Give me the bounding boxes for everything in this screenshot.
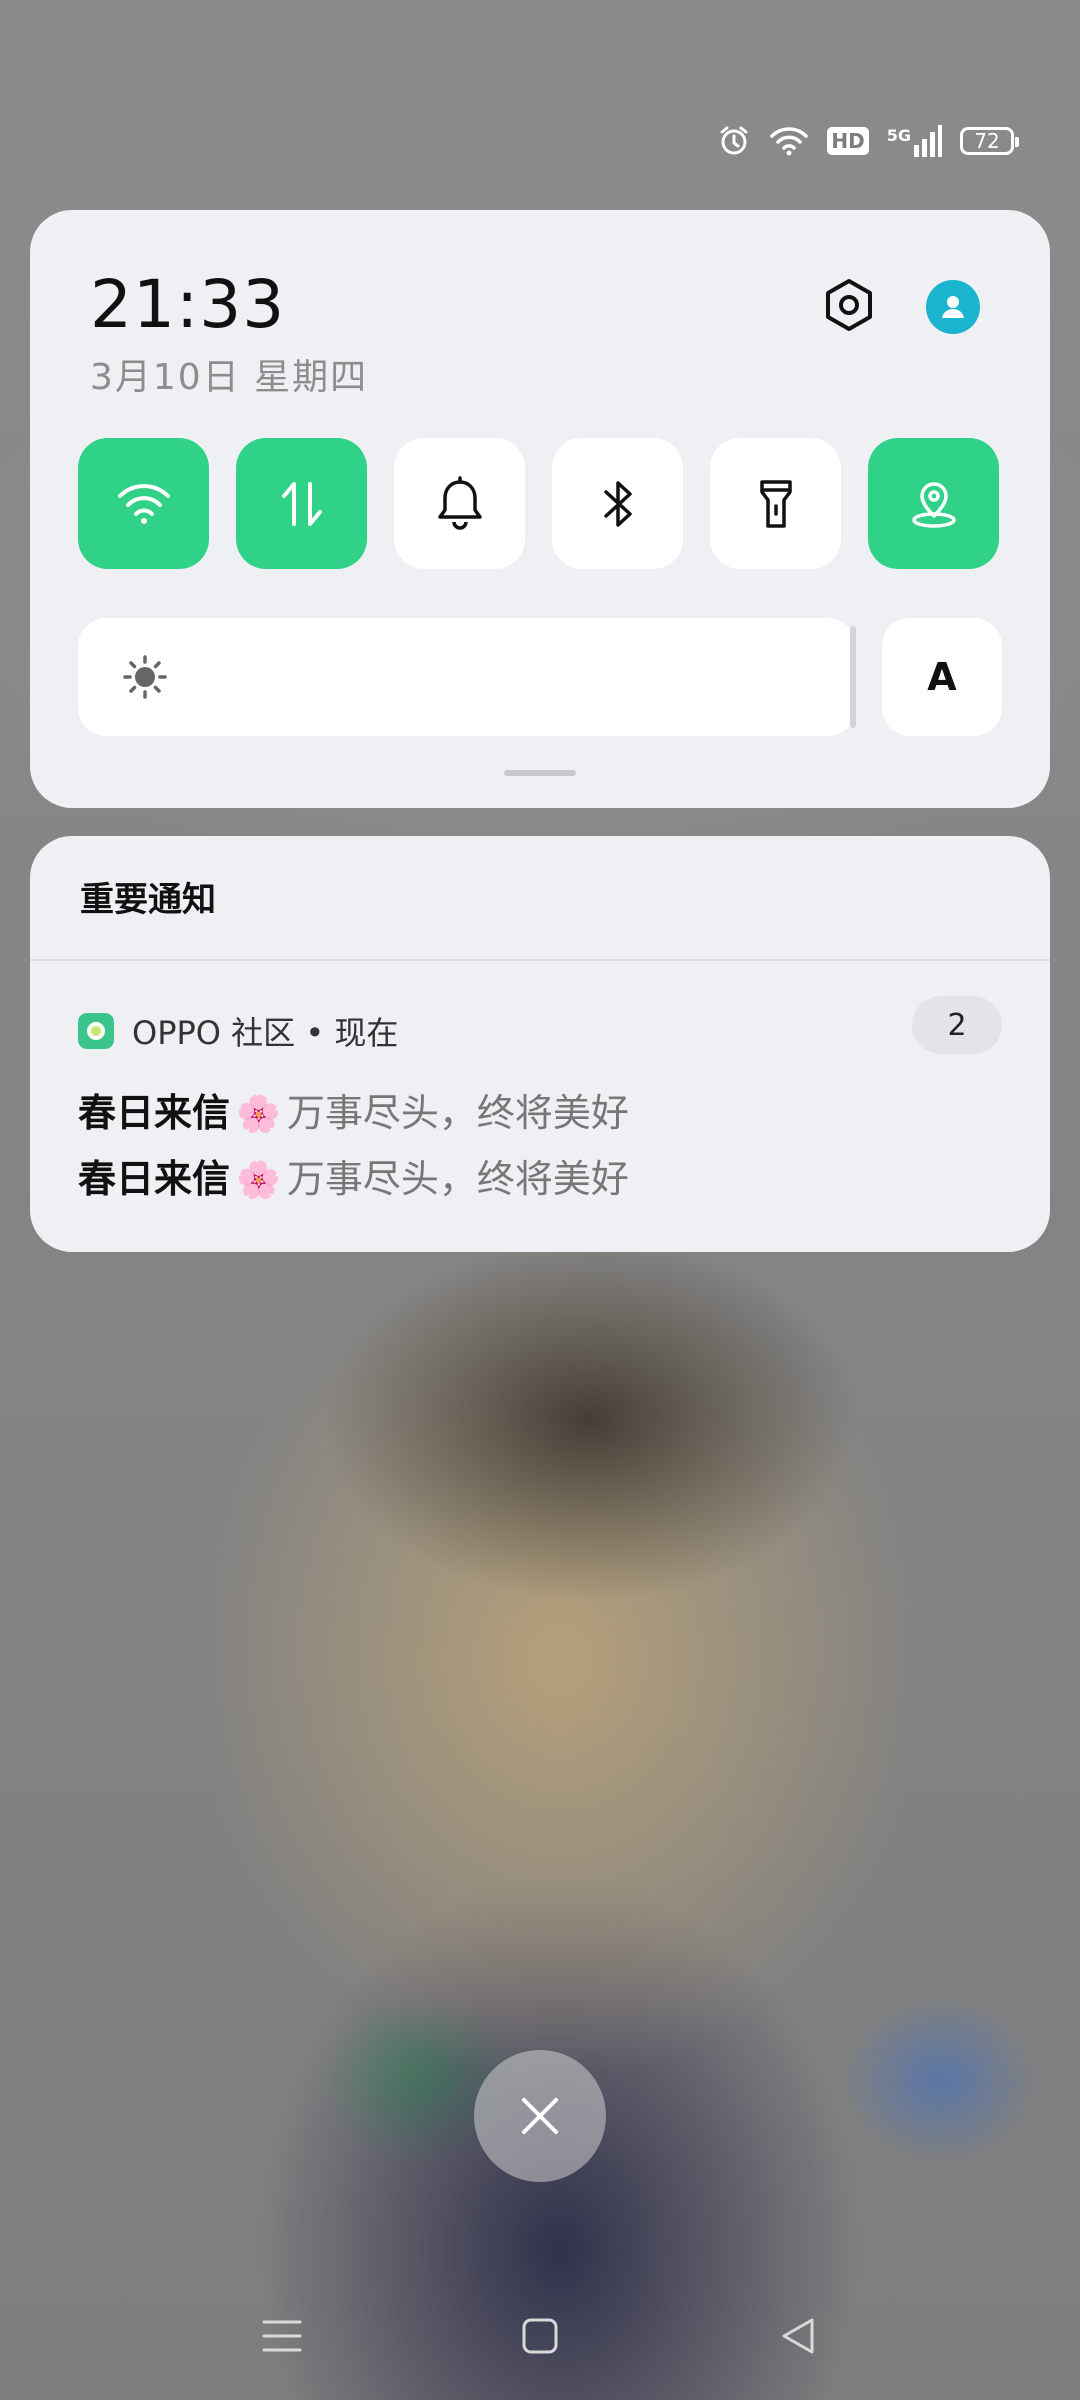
user-icon[interactable] xyxy=(926,280,980,334)
home-icon xyxy=(522,2318,558,2354)
home-button[interactable] xyxy=(500,2296,580,2376)
menu-icon xyxy=(262,2320,302,2352)
location-icon xyxy=(911,481,956,528)
bell-icon xyxy=(437,475,482,530)
notification-message[interactable]: 春日来信 🌸 万事尽头，终将美好 xyxy=(78,1082,629,1137)
menu-button[interactable] xyxy=(242,2296,322,2376)
close-button[interactable] xyxy=(474,2050,606,2182)
gear-icon[interactable] xyxy=(816,272,882,338)
quick-toggles xyxy=(78,438,999,569)
message-title: 春日来信 xyxy=(78,1157,231,1201)
message-title: 春日来信 xyxy=(78,1091,231,1135)
notification-message[interactable]: 春日来信 🌸 万事尽头，终将美好 xyxy=(78,1148,629,1203)
mobile-data-icon xyxy=(281,481,322,526)
wifi-toggle[interactable] xyxy=(78,438,209,569)
oppo-community-app-icon xyxy=(78,1013,114,1049)
auto-brightness-button[interactable]: A xyxy=(882,618,1002,736)
5g-signal-icon: 5G xyxy=(887,125,942,157)
notification-app-row: OPPO 社区 • 现在 xyxy=(78,1008,398,1054)
sound-toggle[interactable] xyxy=(394,438,525,569)
wifi-icon xyxy=(117,483,170,524)
mobile-data-toggle[interactable] xyxy=(236,438,367,569)
quick-settings-panel: 21:33 3月10日 星期四 A xyxy=(30,210,1050,808)
hd-icon: HD xyxy=(827,127,869,155)
divider xyxy=(30,959,1050,961)
status-bar: HD 5G 72 xyxy=(717,118,1019,164)
brightness-slider[interactable] xyxy=(78,618,856,736)
battery-icon: 72 xyxy=(960,127,1019,155)
bluetooth-toggle[interactable] xyxy=(552,438,683,569)
notification-count-badge[interactable]: 2 xyxy=(912,996,1002,1054)
close-icon xyxy=(522,2098,558,2134)
message-body: 万事尽头，终将美好 xyxy=(286,1157,629,1201)
sun-icon xyxy=(122,654,168,704)
wifi-icon xyxy=(769,124,809,158)
notification-card[interactable]: 重要通知 OPPO 社区 • 现在 2 春日来信 🌸 万事尽头，终将美好 春日来信 🌸… xyxy=(30,836,1050,1252)
message-body: 万事尽头，终将美好 xyxy=(286,1091,629,1135)
date: 3月10日 星期四 xyxy=(90,357,369,398)
cherry-blossom-icon: 🌸 xyxy=(236,1160,281,1201)
alarm-icon xyxy=(717,124,751,158)
flashlight-icon xyxy=(759,479,792,528)
flashlight-toggle[interactable] xyxy=(710,438,841,569)
clock: 21:33 xyxy=(90,266,286,343)
notification-app-name: OPPO 社区 • 现在 xyxy=(132,1014,399,1052)
cherry-blossom-icon: 🌸 xyxy=(236,1094,281,1135)
brightness-slider-end[interactable] xyxy=(850,626,856,728)
bluetooth-icon xyxy=(603,480,632,527)
notification-section-title: 重要通知 xyxy=(80,880,216,920)
location-toggle[interactable] xyxy=(868,438,999,569)
drag-handle[interactable] xyxy=(504,770,576,776)
navigation-bar xyxy=(0,2296,1080,2376)
back-icon xyxy=(782,2318,814,2354)
back-button[interactable] xyxy=(758,2296,838,2376)
